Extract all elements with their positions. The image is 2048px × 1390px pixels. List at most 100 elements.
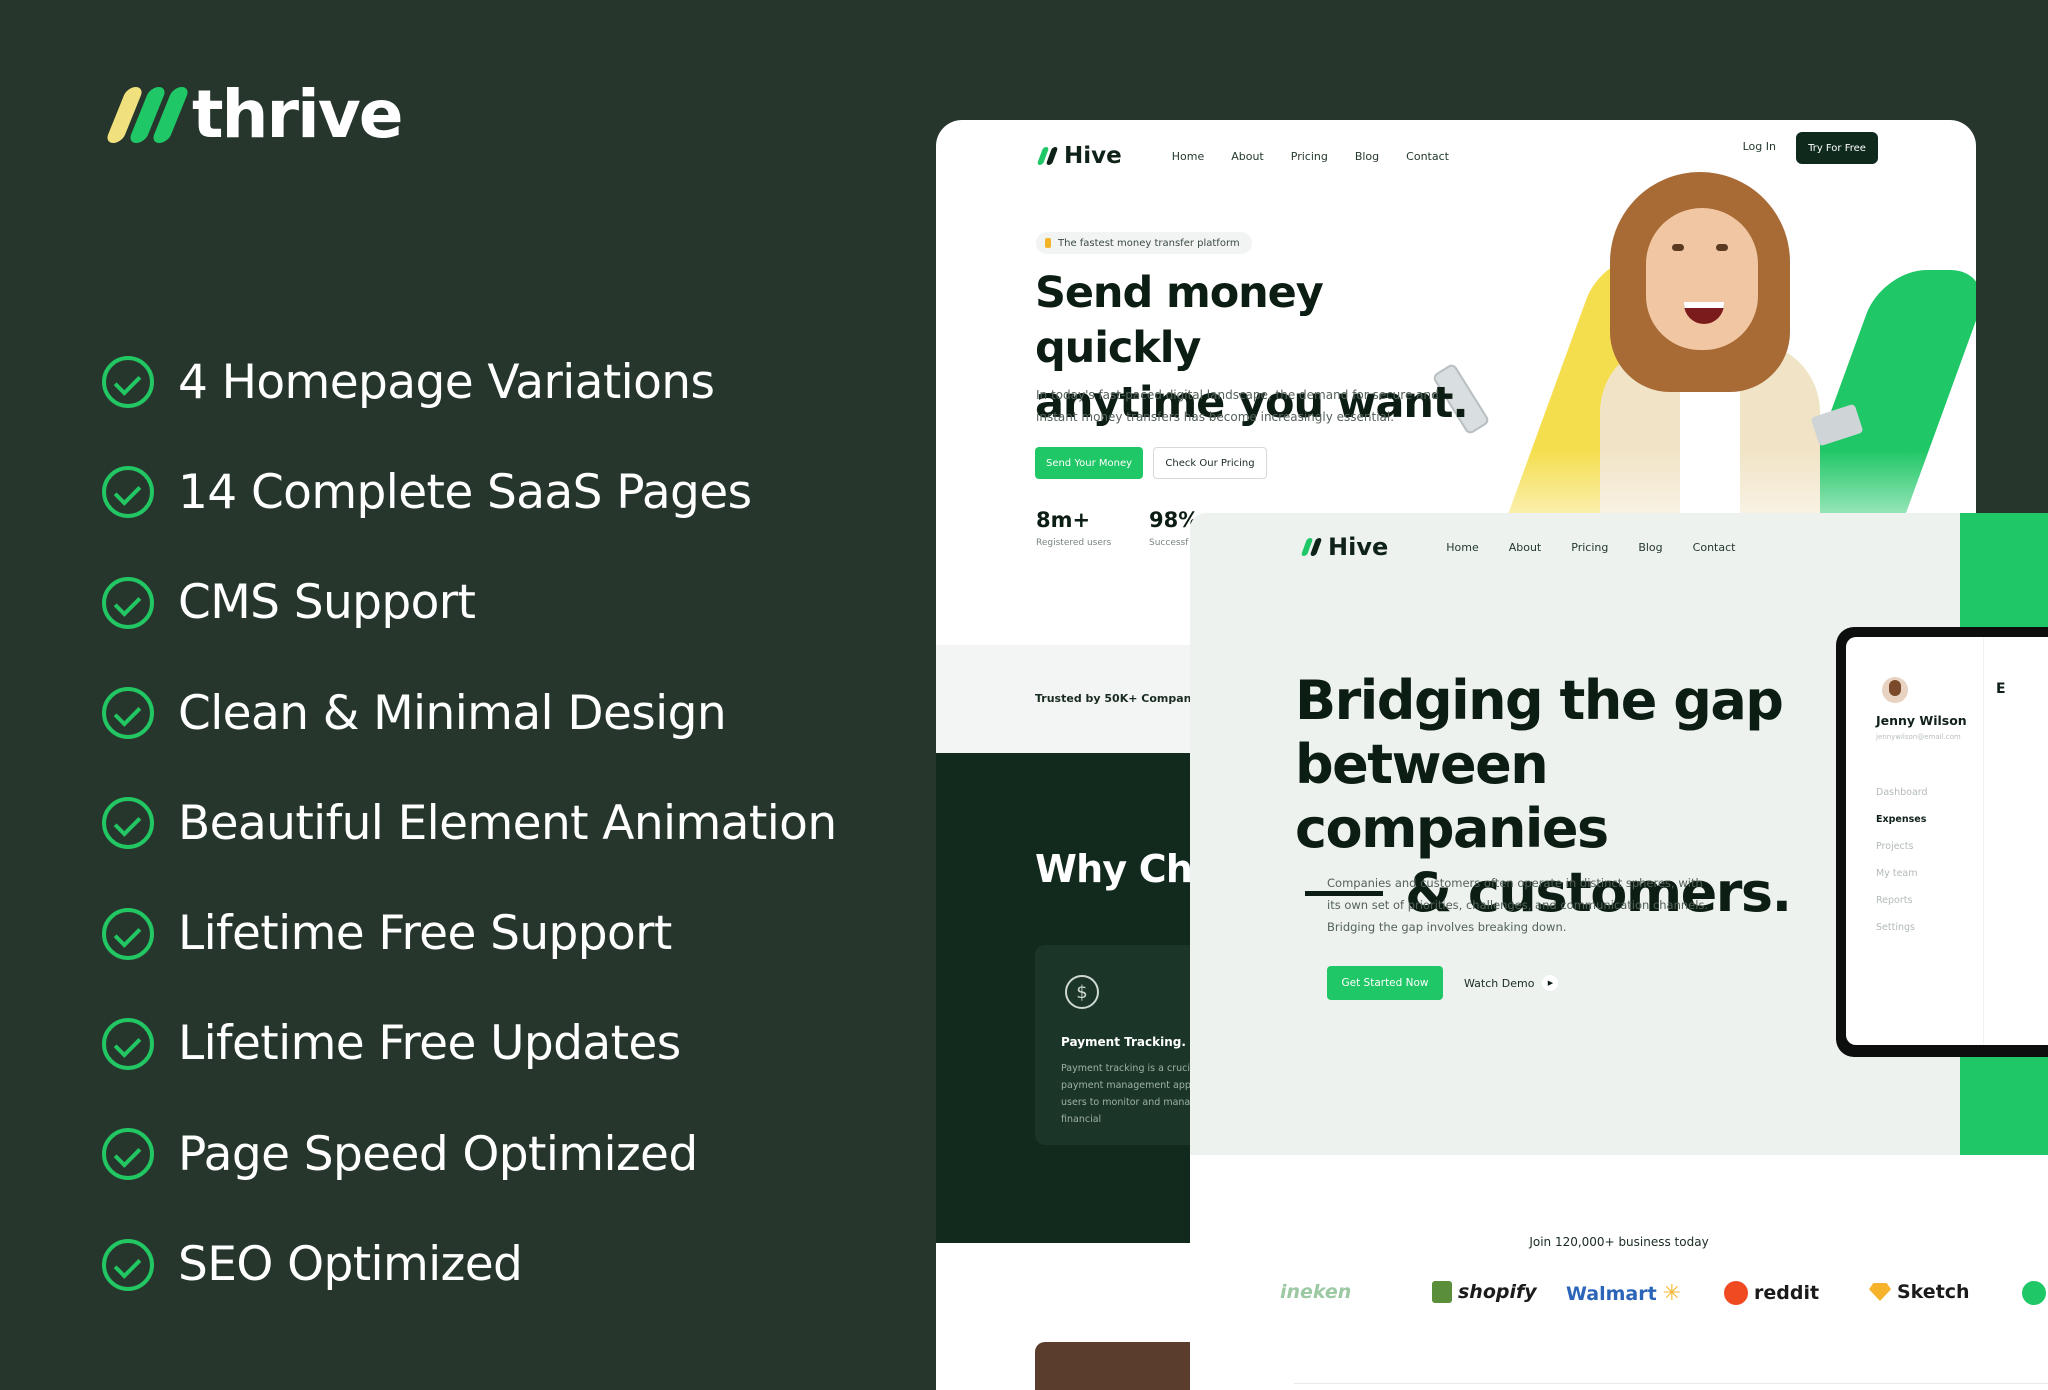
user-email: jennywilson@email.com: [1876, 733, 1961, 741]
dashboard-screen: Jenny Wilson jennywilson@email.com Dashb…: [1846, 637, 2048, 1045]
feature-label: Lifetime Free Support: [178, 906, 672, 962]
nav-link-home[interactable]: Home: [1446, 541, 1478, 554]
user-name: Jenny Wilson: [1876, 713, 1967, 728]
menu-item-my-team[interactable]: My team: [1876, 868, 1928, 895]
hive-logo-text: Hive: [1064, 143, 1122, 169]
feature-label: Clean & Minimal Design: [178, 685, 727, 741]
mockup1-navbar: Hive Home About Pricing Blog Contact: [1036, 136, 1916, 176]
menu-item-reports[interactable]: Reports: [1876, 895, 1928, 922]
shopify-bag-icon: [1432, 1281, 1452, 1303]
trusted-text: Trusted by 50K+ Compani: [1035, 692, 1196, 705]
divider: [1294, 1383, 2048, 1384]
thrive-logo: thrive: [104, 76, 403, 153]
nav-link-home[interactable]: Home: [1172, 150, 1204, 163]
menu-item-expenses[interactable]: Expenses: [1876, 814, 1928, 841]
check-circle-icon: [102, 907, 154, 960]
feature-item: Clean & Minimal Design: [102, 658, 837, 768]
dashboard-menu: Dashboard Expenses Projects My team Repo…: [1876, 787, 1928, 949]
watch-demo-label: Watch Demo: [1464, 976, 1535, 990]
feature-item: Page Speed Optimized: [102, 1099, 837, 1209]
feature-label: Lifetime Free Updates: [178, 1016, 681, 1072]
play-icon: ▶: [1542, 975, 1559, 991]
logo-text: ineken: [1280, 1281, 1352, 1303]
card-title: Payment Tracking.: [1061, 1035, 1186, 1049]
feature-item: SEO Optimized: [102, 1209, 837, 1319]
nav-link-pricing[interactable]: Pricing: [1571, 541, 1608, 554]
try-for-free-button[interactable]: Try For Free: [1796, 132, 1878, 164]
nav-link-contact[interactable]: Contact: [1406, 150, 1449, 163]
hero-description: In today's fast-paced digital landscape,…: [1036, 388, 1439, 424]
hero-headline-line: between companies: [1295, 733, 1609, 860]
walmart-spark-icon: ✳: [1662, 1281, 1682, 1306]
hive-logo-mark-icon: [1300, 538, 1323, 556]
dollar-icon: $: [1065, 975, 1099, 1009]
check-circle-icon: [102, 797, 154, 850]
logo-text: Walmart: [1566, 1282, 1657, 1305]
menu-item-projects[interactable]: Projects: [1876, 841, 1928, 868]
nav-link-pricing[interactable]: Pricing: [1291, 150, 1328, 163]
dashboard-tablet: Jenny Wilson jennywilson@email.com Dashb…: [1836, 627, 2048, 1057]
sketch-logo: Sketch: [1869, 1281, 1970, 1303]
check-circle-icon: [102, 356, 154, 409]
hive-logo-mark-icon: [1036, 147, 1059, 165]
spotify-icon: [2022, 1281, 2046, 1305]
logo-text: reddit: [1754, 1282, 1820, 1304]
logo-text: shopify: [1458, 1281, 1537, 1303]
mockup2-nav-links: Home About Pricing Blog Contact: [1446, 541, 1735, 554]
nav-link-blog[interactable]: Blog: [1355, 150, 1379, 163]
join-business-text: Join 120,000+ business today: [1529, 1235, 1709, 1249]
sketch-gem-icon: [1869, 1283, 1891, 1301]
heineken-logo: ineken: [1280, 1281, 1351, 1303]
reddit-alien-icon: [1724, 1281, 1748, 1305]
watch-demo-button[interactable]: Watch Demo ▶: [1464, 975, 1559, 991]
hive-logo-text: Hive: [1328, 533, 1389, 561]
bottom-photo: [1035, 1342, 1215, 1390]
feature-item: CMS Support: [102, 548, 837, 658]
feature-item: Beautiful Element Animation: [102, 768, 837, 878]
check-pricing-button[interactable]: Check Our Pricing: [1153, 447, 1267, 479]
stat-registered-users: 8m+ Registered users: [1036, 508, 1111, 548]
stat-label: Registered users: [1036, 538, 1112, 548]
avatar: [1882, 677, 1908, 703]
feature-item: 4 Homepage Variations: [102, 327, 837, 437]
hero-headline-line: Bridging the gap: [1295, 669, 1784, 732]
nav-link-about[interactable]: About: [1509, 541, 1542, 554]
hero-badge: The fastest money transfer platform: [1036, 232, 1252, 254]
feature-label: 14 Complete SaaS Pages: [178, 464, 752, 520]
feature-list: 4 Homepage Variations 14 Complete SaaS P…: [102, 327, 837, 1320]
partner-logos: ineken shopify Walmart ✳ reddit Sketch: [1280, 1275, 2048, 1315]
check-circle-icon: [102, 1238, 154, 1291]
reddit-logo: reddit: [1724, 1281, 1819, 1305]
menu-item-dashboard[interactable]: Dashboard: [1876, 787, 1928, 814]
send-your-money-button[interactable]: Send Your Money: [1035, 447, 1143, 479]
menu-item-settings[interactable]: Settings: [1876, 922, 1928, 949]
nav-link-contact[interactable]: Contact: [1693, 541, 1736, 554]
check-circle-icon: [102, 466, 154, 519]
feature-label: Beautiful Element Animation: [178, 795, 837, 851]
logo-text: Sketch: [1897, 1281, 1970, 1303]
nav-link-about[interactable]: About: [1231, 150, 1264, 163]
mockup-hero-bridging: Hive Home About Pricing Blog Contact Bri…: [1190, 513, 2048, 1390]
stat-value: 8m+: [1036, 508, 1091, 532]
mockup2-navbar: Hive Home About Pricing Blog Contact: [1300, 527, 1735, 567]
nav-link-blog[interactable]: Blog: [1638, 541, 1662, 554]
dashboard-sidebar: Jenny Wilson jennywilson@email.com Dashb…: [1846, 637, 1984, 1045]
feature-item: Lifetime Free Updates: [102, 989, 837, 1099]
feature-label: SEO Optimized: [178, 1237, 523, 1293]
hero-headline-line: Send money quickly: [1035, 268, 1324, 373]
thrive-logo-mark-icon: [104, 83, 191, 147]
hive-logo[interactable]: Hive: [1036, 143, 1122, 169]
brand-name: thrive: [192, 76, 403, 153]
feature-item: Lifetime Free Support: [102, 878, 837, 988]
hero-description: Companies and customers often operate in…: [1327, 876, 1709, 934]
check-circle-icon: [102, 1017, 154, 1070]
check-circle-icon: [102, 576, 154, 629]
walmart-logo: Walmart ✳: [1566, 1281, 1681, 1306]
get-started-button[interactable]: Get Started Now: [1327, 966, 1443, 1000]
shopify-logo: shopify: [1432, 1281, 1537, 1303]
feature-label: Page Speed Optimized: [178, 1126, 698, 1182]
hive-logo[interactable]: Hive: [1300, 533, 1388, 561]
feature-item: 14 Complete SaaS Pages: [102, 437, 837, 547]
login-link[interactable]: Log In: [1743, 140, 1776, 153]
check-circle-icon: [102, 1128, 154, 1181]
